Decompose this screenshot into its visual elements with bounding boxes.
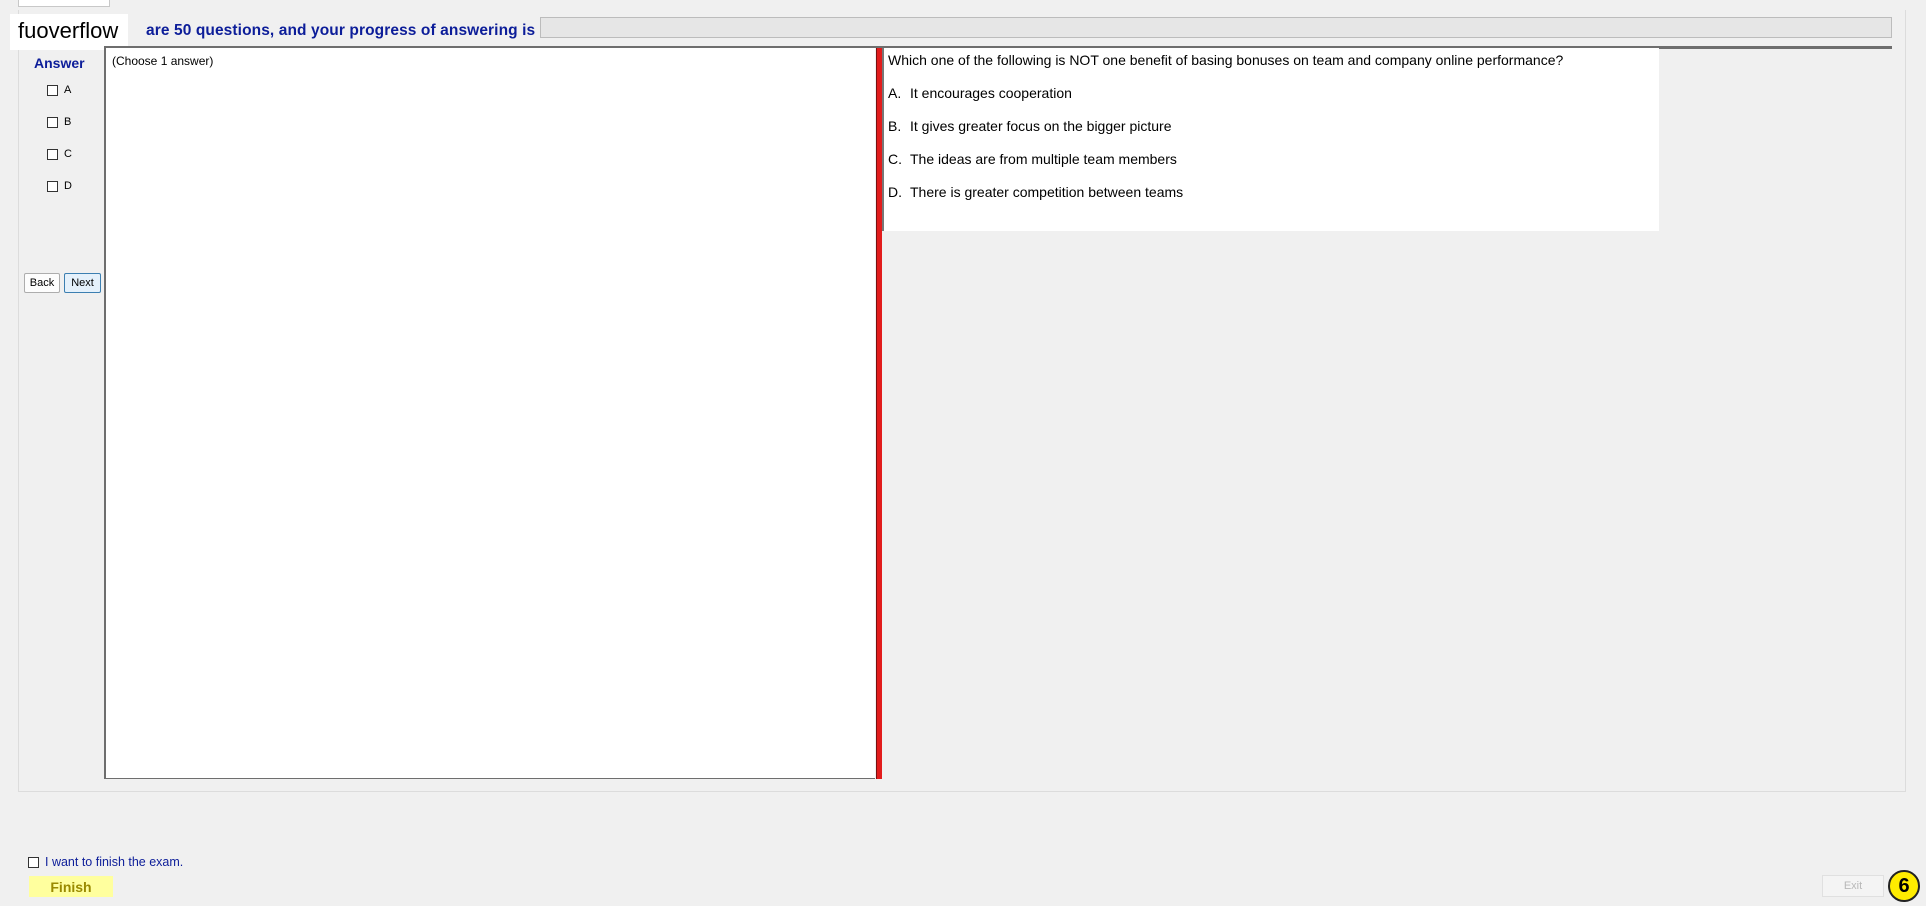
option-text: There is greater competition between tea… bbox=[910, 184, 1184, 200]
question-option-a: A. It encourages cooperation bbox=[888, 85, 1072, 101]
question-text: Which one of the following is NOT one be… bbox=[888, 52, 1564, 68]
answer-notes-pane bbox=[104, 48, 875, 779]
answer-option-b[interactable]: B bbox=[47, 113, 71, 131]
answer-option-label: C bbox=[64, 148, 72, 160]
progress-bar bbox=[540, 17, 1892, 38]
checkbox-c[interactable] bbox=[47, 148, 58, 160]
finish-exam-label[interactable]: I want to finish the exam. bbox=[45, 855, 183, 869]
checkbox-b[interactable] bbox=[47, 116, 58, 128]
answer-heading: Answer bbox=[34, 55, 85, 71]
exit-button[interactable]: Exit bbox=[1822, 875, 1884, 897]
option-letter: B. bbox=[888, 118, 902, 134]
answer-option-label: D bbox=[64, 180, 72, 192]
answer-option-a[interactable]: A bbox=[47, 81, 71, 99]
page-number-badge: 6 bbox=[1888, 870, 1920, 902]
question-option-d: D. There is greater competition between t… bbox=[888, 184, 1183, 200]
option-letter: D. bbox=[888, 184, 902, 200]
back-button[interactable]: Back bbox=[24, 273, 60, 293]
finish-exam-checkbox[interactable] bbox=[28, 856, 39, 868]
answer-option-d[interactable]: D bbox=[47, 177, 72, 195]
option-text: It gives greater focus on the bigger pic… bbox=[910, 118, 1172, 134]
choose-instruction: (Choose 1 answer) bbox=[112, 54, 214, 68]
checkbox-d[interactable] bbox=[47, 180, 58, 192]
option-letter: C. bbox=[888, 151, 902, 167]
answer-option-label: A bbox=[64, 84, 72, 96]
brand-logo: fuoverflow bbox=[10, 14, 129, 50]
option-text: The ideas are from multiple team members bbox=[910, 151, 1177, 167]
answer-option-c[interactable]: C bbox=[47, 145, 72, 163]
answer-option-label: B bbox=[64, 116, 72, 128]
checkbox-a[interactable] bbox=[47, 84, 58, 96]
divider-line bbox=[1659, 48, 1892, 49]
option-letter: A. bbox=[888, 85, 902, 101]
progress-status-text: are 50 questions, and your progress of a… bbox=[146, 22, 536, 39]
option-text: It encourages cooperation bbox=[910, 85, 1072, 101]
window-tab[interactable] bbox=[18, 0, 110, 7]
question-box bbox=[884, 48, 1659, 231]
question-option-b: B. It gives greater focus on the bigger p… bbox=[888, 118, 1171, 134]
finish-exam-checkbox-row[interactable]: I want to finish the exam. bbox=[28, 855, 183, 869]
finish-button[interactable]: Finish bbox=[29, 876, 113, 897]
question-option-c: C. The ideas are from multiple team membe… bbox=[888, 151, 1177, 167]
next-button[interactable]: Next bbox=[64, 273, 101, 293]
